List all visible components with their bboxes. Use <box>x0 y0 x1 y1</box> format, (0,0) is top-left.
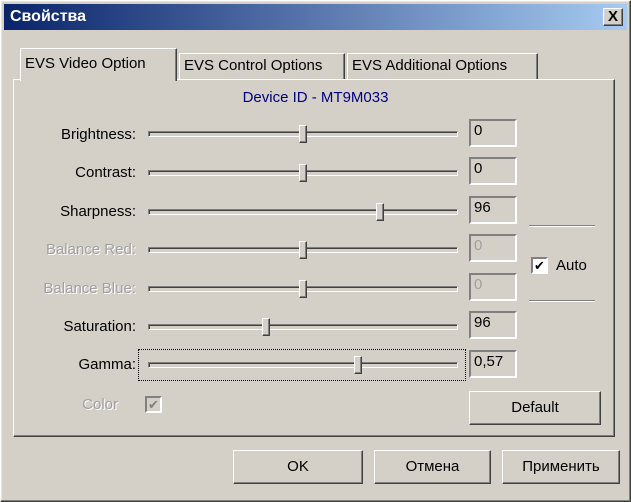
contrast-slider-thumb[interactable] <box>299 164 307 182</box>
title-bar[interactable]: Свойства X <box>4 4 627 30</box>
tab-evs-video-option[interactable]: EVS Video Option <box>20 48 177 81</box>
sharpness-slider[interactable] <box>148 203 458 221</box>
ok-button[interactable]: OK <box>233 450 363 484</box>
brightness-slider[interactable] <box>148 125 458 143</box>
auto-label[interactable]: Auto <box>556 257 587 274</box>
device-id-label: Device ID - MT9M033 <box>242 89 389 106</box>
balance-blue-slider-thumb <box>299 280 307 298</box>
sharpness-slider-thumb[interactable] <box>376 203 384 221</box>
color-checkbox: ✔ <box>145 396 162 413</box>
tab-evs-control-options[interactable]: EVS Control Options <box>179 53 345 79</box>
gamma-label: Gamma: <box>78 356 136 373</box>
tab-evs-additional-options[interactable]: EVS Additional Options <box>347 53 538 79</box>
apply-button[interactable]: Применить <box>502 450 620 484</box>
balance-blue-value: 0 <box>469 273 517 301</box>
balance-red-slider-thumb <box>299 241 307 259</box>
brightness-label: Brightness: <box>60 126 136 143</box>
default-button[interactable]: Default <box>469 391 601 425</box>
auto-separator-top <box>529 225 595 227</box>
gamma-slider-thumb[interactable] <box>354 356 362 374</box>
gamma-value: 0,57 <box>469 350 517 378</box>
cancel-button[interactable]: Отмена <box>374 450 491 484</box>
balance-red-value: 0 <box>469 234 517 262</box>
close-button[interactable]: X <box>603 8 623 26</box>
color-label: Color <box>82 396 118 413</box>
brightness-value: 0 <box>469 119 517 147</box>
window-title: Свойства <box>10 8 87 25</box>
auto-separator-bottom <box>529 300 595 302</box>
balance-blue-slider <box>148 280 458 298</box>
contrast-value: 0 <box>469 157 517 185</box>
gamma-slider[interactable] <box>148 356 458 374</box>
balance-red-slider <box>148 241 458 259</box>
saturation-label: Saturation: <box>63 318 136 335</box>
contrast-label: Contrast: <box>75 164 136 181</box>
saturation-slider[interactable] <box>148 318 458 336</box>
sharpness-value: 96 <box>469 196 517 224</box>
balance-blue-label: Balance Blue: <box>43 280 136 297</box>
saturation-slider-thumb[interactable] <box>262 318 270 336</box>
sharpness-label: Sharpness: <box>60 203 136 220</box>
auto-checkbox[interactable]: ✔ <box>531 257 548 274</box>
contrast-slider[interactable] <box>148 164 458 182</box>
brightness-slider-thumb[interactable] <box>299 125 307 143</box>
balance-red-label: Balance Red: <box>45 241 136 258</box>
saturation-value: 96 <box>469 311 517 339</box>
